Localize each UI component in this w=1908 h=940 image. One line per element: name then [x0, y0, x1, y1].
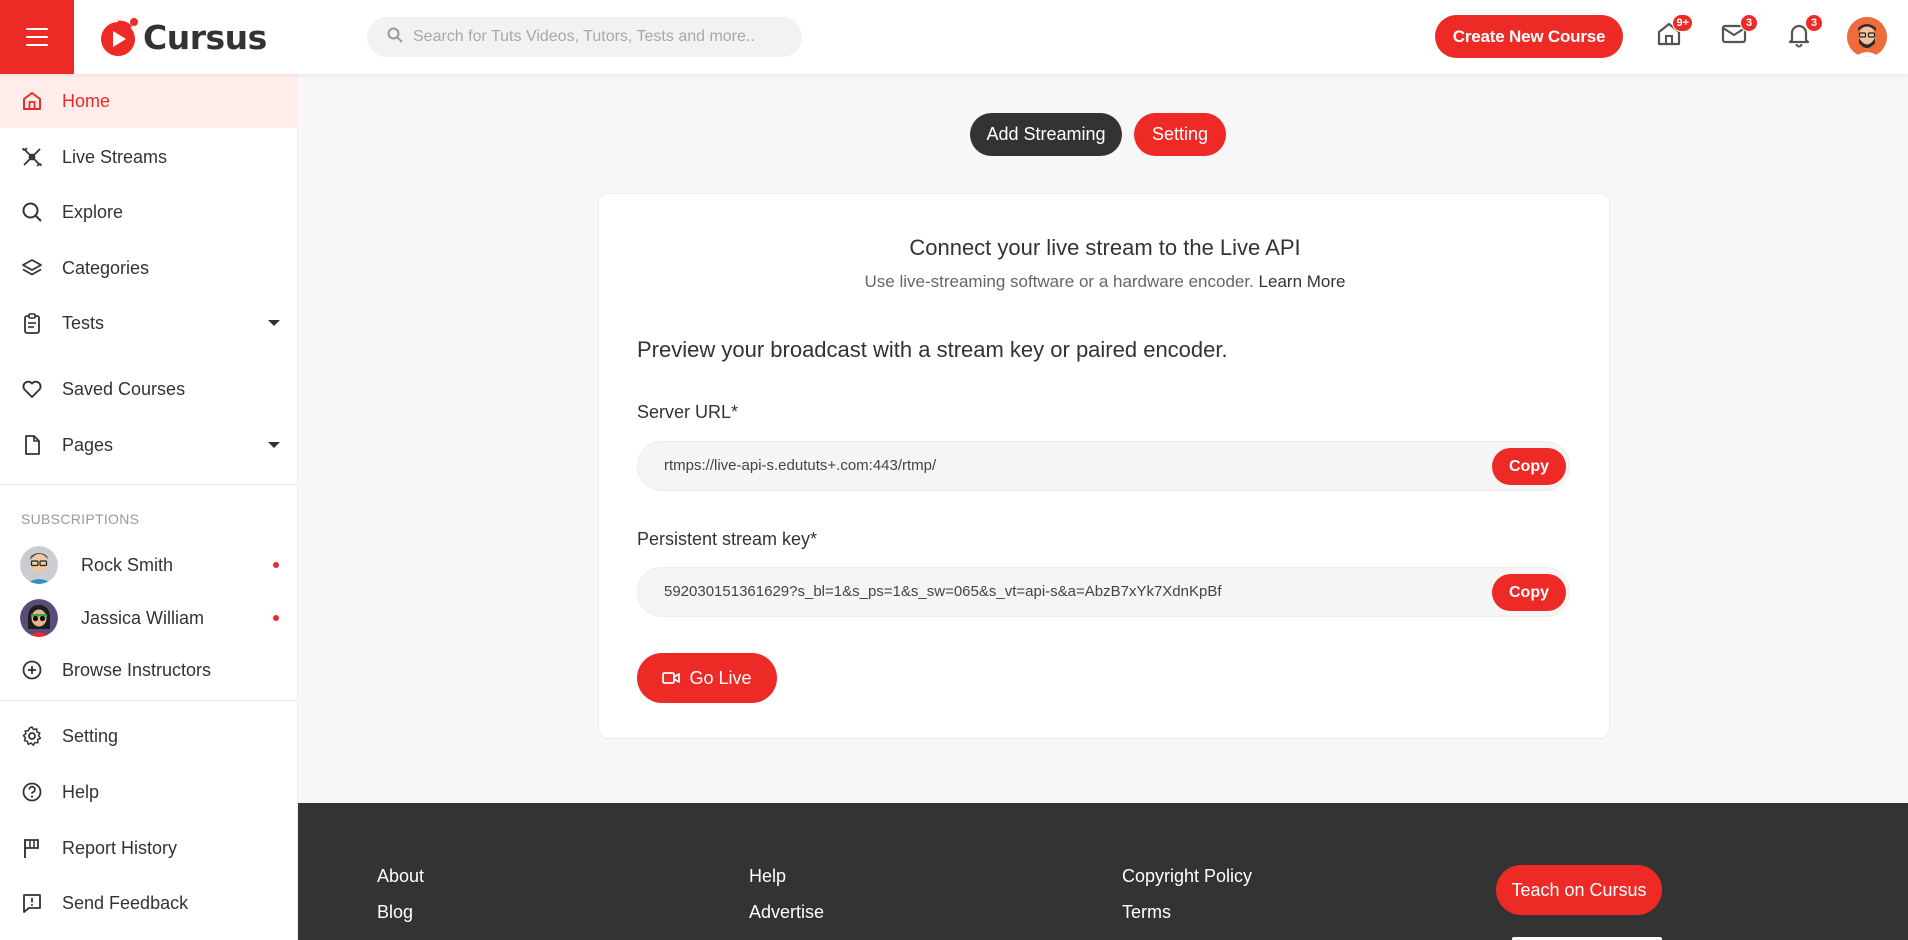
sidebar-item-label: Home	[62, 90, 111, 111]
sidebar-item-browse-instructors[interactable]: Browse Instructors	[0, 643, 298, 697]
sidebar-item-home[interactable]: Home	[0, 74, 298, 128]
server-url-label: Server URL*	[637, 402, 739, 422]
sidebar-item-pages[interactable]: Pages	[0, 418, 298, 472]
subscriptions-heading: SUBSCRIPTIONS	[21, 511, 140, 527]
clipboard-icon	[20, 311, 44, 335]
sidebar-item-label: Live Streams	[62, 146, 168, 167]
user-avatar[interactable]	[1847, 17, 1887, 57]
sidebar-item-label: Setting	[62, 725, 119, 746]
file-icon	[20, 433, 44, 457]
tab-add-streaming[interactable]: Add Streaming	[970, 113, 1122, 156]
home-notification-button[interactable]: 9+	[1655, 14, 1693, 50]
go-live-button[interactable]: Go Live	[637, 653, 777, 703]
home-icon	[20, 89, 44, 113]
chevron-down-icon	[268, 442, 280, 448]
footer	[298, 803, 1908, 940]
stream-key-field[interactable]: 592030151361629?s_bl=1&s_ps=1&s_sw=065&s…	[637, 567, 1570, 617]
notifications-button[interactable]: 3	[1785, 14, 1823, 50]
sidebar-item-label: Saved Courses	[62, 378, 186, 399]
feedback-icon	[20, 891, 44, 915]
sidebar-item-label: Tests	[62, 312, 105, 333]
messages-button[interactable]: 3	[1720, 14, 1758, 50]
live-streams-icon	[20, 145, 44, 169]
top-header: Cursus Create New Course 9+ 3 3	[0, 0, 1908, 74]
menu-icon	[26, 25, 48, 49]
sidebar-item-label: Browse Instructors	[62, 659, 212, 680]
preview-heading: Preview your broadcast with a stream key…	[637, 337, 1228, 362]
search-icon	[20, 200, 44, 224]
search-input[interactable]	[413, 28, 793, 46]
logo-text: Cursus	[143, 17, 267, 57]
sidebar-item-tests[interactable]: Tests	[0, 296, 298, 350]
subscription-rock-smith[interactable]: Rock Smith	[0, 539, 298, 591]
sidebar-item-saved-courses[interactable]: Saved Courses	[0, 362, 298, 416]
footer-link-about[interactable]: About	[377, 866, 424, 887]
create-new-course-button[interactable]: Create New Course	[1435, 15, 1623, 58]
flag-icon	[20, 836, 44, 860]
subscription-jassica-william[interactable]: Jassica William	[0, 592, 298, 644]
notifications-badge: 3	[1805, 14, 1823, 32]
stream-settings-card: Connect your live stream to the Live API…	[598, 193, 1610, 739]
avatar	[20, 546, 58, 584]
stream-key-label: Persistent stream key*	[637, 529, 818, 549]
sidebar-item-live-streams[interactable]: Live Streams	[0, 130, 298, 184]
avatar	[20, 599, 58, 637]
sidebar-item-label: Send Feedback	[62, 892, 189, 913]
heart-icon	[20, 377, 44, 401]
gear-icon	[20, 724, 44, 748]
server-url-value[interactable]: rtmps://live-api-s.edututs+.com:443/rtmp…	[664, 457, 936, 474]
video-camera-icon	[662, 672, 681, 684]
home-badge: 9+	[1672, 14, 1693, 32]
sidebar-item-explore[interactable]: Explore	[0, 185, 298, 239]
card-subtitle: Use live-streaming software or a hardwar…	[599, 272, 1611, 292]
footer-link-copyright-policy[interactable]: Copyright Policy	[1122, 866, 1252, 887]
learn-more-link[interactable]: Learn More	[1259, 272, 1346, 291]
logo-play-icon	[98, 16, 140, 58]
sidebar-divider	[0, 700, 298, 701]
server-url-field[interactable]: rtmps://live-api-s.edututs+.com:443/rtmp…	[637, 441, 1570, 491]
unread-indicator	[273, 562, 279, 568]
stream-key-value[interactable]: 592030151361629?s_bl=1&s_ps=1&s_sw=065&s…	[664, 583, 1222, 600]
card-subtitle-text: Use live-streaming software or a hardwar…	[864, 272, 1254, 291]
card-title: Connect your live stream to the Live API	[909, 235, 1301, 260]
subscription-name: Rock Smith	[81, 554, 174, 575]
search-icon	[387, 27, 403, 48]
plus-circle-icon	[20, 658, 44, 682]
sidebar-item-setting[interactable]: Setting	[0, 709, 298, 763]
copy-stream-key-button[interactable]: Copy	[1492, 574, 1566, 611]
messages-badge: 3	[1740, 14, 1758, 32]
sidebar-divider	[0, 484, 298, 485]
teach-on-cursus-button[interactable]: Teach on Cursus	[1496, 865, 1662, 915]
sidebar-item-label: Help	[62, 781, 100, 802]
search-bar[interactable]	[367, 17, 802, 57]
tab-setting[interactable]: Setting	[1134, 113, 1226, 156]
footer-link-blog[interactable]: Blog	[377, 902, 413, 923]
sidebar: Home Live Streams Explore Categories Tes…	[0, 74, 298, 940]
go-live-label: Go Live	[689, 667, 752, 688]
sidebar-item-help[interactable]: Help	[0, 765, 298, 819]
copy-server-url-button[interactable]: Copy	[1492, 448, 1566, 485]
footer-link-help[interactable]: Help	[749, 866, 786, 887]
sidebar-item-label: Explore	[62, 201, 124, 222]
sidebar-item-report-history[interactable]: Report History	[0, 821, 298, 875]
chevron-down-icon	[268, 320, 280, 326]
sidebar-item-label: Pages	[62, 434, 114, 455]
subscription-name: Jassica William	[81, 607, 205, 628]
menu-toggle-button[interactable]	[0, 0, 74, 74]
footer-link-advertise[interactable]: Advertise	[749, 902, 824, 923]
layers-icon	[20, 256, 44, 280]
unread-indicator	[273, 615, 279, 621]
sidebar-item-label: Categories	[62, 257, 150, 278]
sidebar-item-label: Report History	[62, 837, 178, 858]
help-icon	[20, 780, 44, 804]
sidebar-item-send-feedback[interactable]: Send Feedback	[0, 876, 298, 930]
sidebar-item-categories[interactable]: Categories	[0, 241, 298, 295]
logo[interactable]: Cursus	[98, 15, 267, 59]
footer-link-terms[interactable]: Terms	[1122, 902, 1171, 923]
